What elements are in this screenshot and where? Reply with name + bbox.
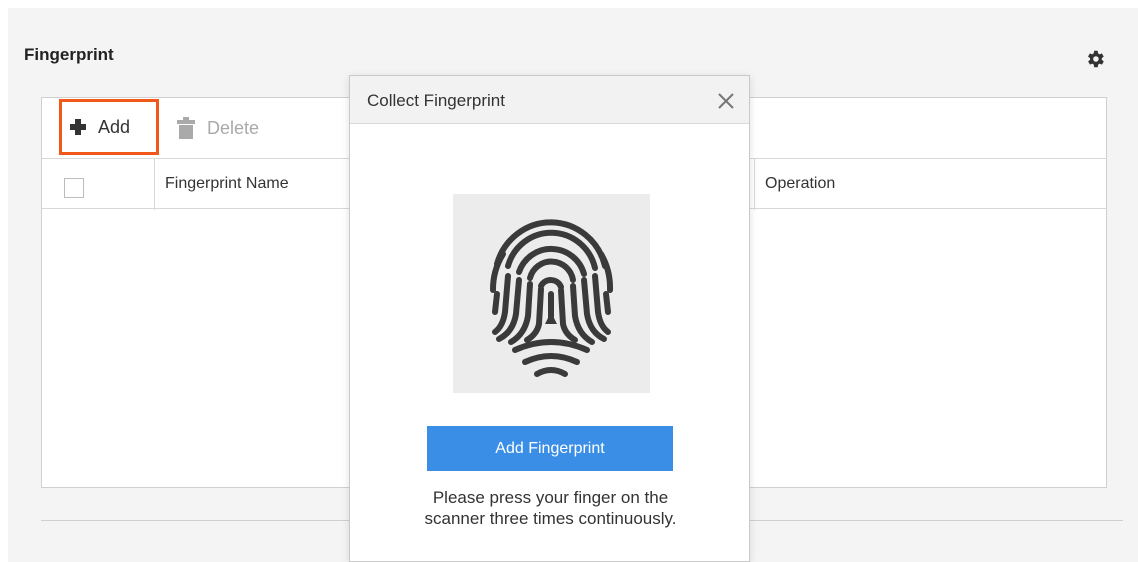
add-button[interactable]: Add — [59, 99, 159, 155]
dialog-header: Collect Fingerprint — [350, 76, 749, 124]
page-title: Fingerprint — [24, 45, 114, 64]
dialog-title: Collect Fingerprint — [367, 91, 505, 110]
instruction-line-2: scanner three times continuously. — [424, 509, 677, 528]
plus-icon — [70, 119, 86, 135]
delete-button[interactable]: Delete — [177, 114, 259, 142]
add-button-label: Add — [98, 116, 131, 137]
fingerprint-icon — [489, 219, 614, 377]
trash-icon — [177, 117, 195, 139]
fingerprint-image — [453, 194, 650, 393]
column-divider — [154, 159, 155, 210]
gear-icon[interactable] — [1084, 48, 1106, 70]
select-all-checkbox[interactable] — [64, 178, 84, 198]
column-header-operation: Operation — [765, 175, 836, 192]
collect-fingerprint-dialog: Collect Fingerprint Add Fingerprint Plea… — [349, 75, 750, 562]
add-fingerprint-button[interactable]: Add Fingerprint — [427, 426, 673, 471]
instruction-line-1: Please press your finger on the — [432, 488, 669, 507]
instruction-text: Please press your finger on the scanner … — [370, 487, 731, 529]
delete-button-label: Delete — [207, 117, 260, 138]
column-divider — [754, 159, 755, 210]
close-icon[interactable] — [717, 92, 735, 110]
column-header-fingerprint-name: Fingerprint Name — [165, 175, 289, 192]
